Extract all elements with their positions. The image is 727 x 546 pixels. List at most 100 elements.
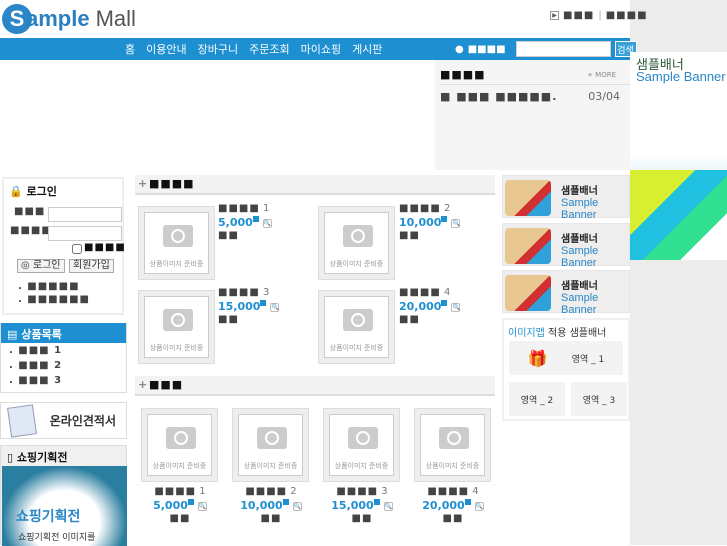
notice-item[interactable]: ■ ■■■ ■■■■■. <box>440 90 557 103</box>
menu-order[interactable]: 주문조회 <box>249 41 289 57</box>
image-map-title: 이미지맵 적용 샘플배너 <box>508 324 606 339</box>
top-link-2[interactable]: ■■■■ <box>606 10 648 21</box>
zoom-icon[interactable]: 🔍 <box>270 302 280 312</box>
main-side-banner[interactable]: 샘플배너 Sample Banner <box>630 52 727 260</box>
section-2-header: ■■■ <box>135 376 495 396</box>
search-input[interactable] <box>515 41 611 57</box>
image-map-banner: 이미지맵 적용 샘플배너 🎁 영역 _ 1 영역 _ 2 영역 _ 3 <box>502 318 630 421</box>
product-number: 3 <box>262 287 270 298</box>
camera-icon <box>257 427 287 449</box>
side-banner-korean: 샘플배너 <box>561 234 598 245</box>
side-banner-3[interactable]: 샘플배너 Sample Banner <box>502 270 630 316</box>
side-banner-2[interactable]: 샘플배너 Sample Banner <box>502 223 630 269</box>
image-caption: 상품이미지 준비중 <box>329 260 384 268</box>
image-map-area-2[interactable]: 영역 _ 2 <box>509 382 565 416</box>
remember-checkbox[interactable] <box>72 244 82 254</box>
product-image[interactable]: 상품이미지 준비중 <box>141 408 218 482</box>
camera-icon <box>166 427 196 449</box>
product-image[interactable]: 상품이미지 준비중 <box>323 408 400 482</box>
product-sub: ■■ <box>169 513 191 524</box>
product-image[interactable]: 상품이미지 준비중 <box>414 408 491 482</box>
product-name[interactable]: ■■■■ 1 <box>218 203 269 214</box>
product-name-text: ■■■■ <box>245 486 288 497</box>
image-map-area-3[interactable]: 영역 _ 3 <box>571 382 627 416</box>
login-box: 🔒 로그인 ■■■ ■■■■ ■■■■ ◎ 로그인 회원가입 . ■■■■■ .… <box>2 177 125 315</box>
menu-cart[interactable]: 장바구니 <box>198 41 238 57</box>
product-price: 5,000 🔍 <box>135 499 225 512</box>
zoom-icon[interactable]: 🔍 <box>383 501 393 511</box>
zoom-icon[interactable]: 🔍 <box>451 218 461 228</box>
price-mark-icon <box>441 300 448 306</box>
zoom-icon[interactable]: 🔍 <box>474 501 484 511</box>
side-banner-1[interactable]: 샘플배너 Sample Banner <box>502 175 630 221</box>
side-banner-english: Sample Banner <box>561 245 599 269</box>
login-button[interactable]: ◎ 로그인 <box>17 259 65 273</box>
zoom-icon[interactable]: 🔍 <box>197 501 207 511</box>
section-1-header: ■■■■ <box>135 175 495 195</box>
image-frame: 상품이미지 준비중 <box>329 414 394 476</box>
product-image[interactable]: 상품이미지 준비중 <box>138 290 215 364</box>
product-name[interactable]: ■■■■ 1 <box>135 486 225 497</box>
image-caption: 상품이미지 준비중 <box>334 462 389 470</box>
price-mark-icon <box>441 216 448 222</box>
product-number: 1 <box>262 203 270 214</box>
zoom-icon[interactable]: 🔍 <box>292 501 302 511</box>
product-name[interactable]: ■■■■ 2 <box>399 203 450 214</box>
category-item[interactable]: . ■■■ 2 <box>1 358 126 373</box>
product-name[interactable]: ■■■■ 4 <box>399 287 450 298</box>
side-banner-korean: 샘플배너 <box>561 186 598 197</box>
camera-icon <box>343 225 373 247</box>
product-name[interactable]: ■■■■ 2 <box>226 486 316 497</box>
side-banner-english: Sample Banner <box>561 292 599 316</box>
zoom-icon[interactable]: 🔍 <box>262 218 272 228</box>
join-button[interactable]: 회원가입 <box>69 259 114 273</box>
zoom-icon[interactable]: 🔍 <box>451 302 461 312</box>
banner-english: Sample Banner <box>636 69 726 84</box>
product-number: 3 <box>381 486 388 497</box>
product-name[interactable]: ■■■■ 3 <box>218 287 269 298</box>
camera-icon <box>163 309 193 331</box>
logo[interactable]: Sample Mall <box>2 4 136 34</box>
id-label: ■■■ <box>14 206 46 217</box>
menu-home[interactable]: 홈 <box>125 41 135 57</box>
category-item[interactable]: . ■■■ 1 <box>1 343 126 358</box>
product-number: 1 <box>199 486 206 497</box>
id-input[interactable] <box>48 207 122 222</box>
product-sub: ■■ <box>399 230 420 241</box>
product-number: 2 <box>290 486 297 497</box>
product-name-text: ■■■■ <box>218 203 260 214</box>
product-sub: ■■ <box>399 314 420 325</box>
product-name[interactable]: ■■■■ 3 <box>317 486 407 497</box>
image-map-area-1[interactable]: 🎁 영역 _ 1 <box>509 341 623 375</box>
price-mark-icon <box>187 499 194 505</box>
menu-board[interactable]: 게시판 <box>352 41 382 57</box>
product-image[interactable]: 상품이미지 준비중 <box>232 408 309 482</box>
product-image[interactable]: 상품이미지 준비중 <box>318 206 395 280</box>
product-price: 20,000 🔍 <box>399 300 461 313</box>
image-caption: 상품이미지 준비중 <box>425 462 480 470</box>
image-frame: 상품이미지 준비중 <box>324 296 389 358</box>
more-link[interactable]: + MORE <box>587 71 616 79</box>
product-number: 4 <box>443 287 451 298</box>
divider: | <box>598 10 602 21</box>
product-image[interactable]: 상품이미지 준비중 <box>138 206 215 280</box>
online-estimate-banner[interactable]: 온라인견적서 <box>0 402 127 439</box>
gift-box-icon <box>505 180 551 216</box>
price-mark-icon <box>260 300 267 306</box>
image-caption: 상품이미지 준비중 <box>329 344 384 352</box>
top-link-1[interactable]: ■■■ <box>563 10 594 21</box>
find-pw-link[interactable]: . ■■■■■■ <box>18 294 90 305</box>
find-id-link[interactable]: . ■■■■■ <box>18 281 80 292</box>
password-input[interactable] <box>48 226 122 241</box>
planning-banner[interactable]: 쇼핑기획전 쇼핑기획전 이미지를 <box>2 466 127 546</box>
menu-guide[interactable]: 이용안내 <box>146 41 186 57</box>
category-item[interactable]: . ■■■ 3 <box>1 373 126 388</box>
image-caption: 상품이미지 준비중 <box>243 462 298 470</box>
search-area: ● ■■■■ 검색 <box>455 41 637 57</box>
category-title-text: 상품목록 <box>21 328 62 341</box>
product-name[interactable]: ■■■■ 4 <box>408 486 498 497</box>
login-title: 🔒 로그인 <box>9 185 57 198</box>
image-frame: 상품이미지 준비중 <box>144 212 209 274</box>
menu-mypage[interactable]: 마이쇼핑 <box>301 41 341 57</box>
product-image[interactable]: 상품이미지 준비중 <box>318 290 395 364</box>
